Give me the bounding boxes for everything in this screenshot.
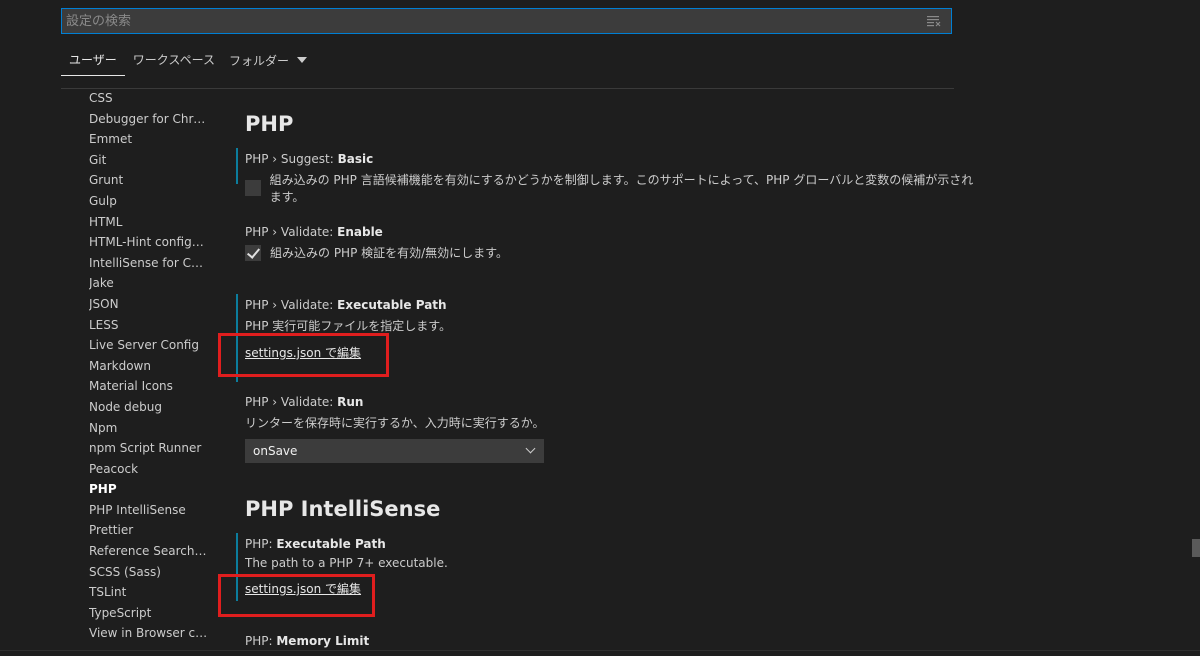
toc-item[interactable]: Npm [89,418,209,439]
tab-folder[interactable]: フォルダー [229,52,307,69]
setting-category: PHP: [245,634,277,648]
bottom-divider [0,650,1200,651]
setting-php-suggest-basic: PHP › Suggest: Basic 組み込みの PHP 言語候補機能を有効… [236,148,985,205]
setting-description: 組み込みの PHP 検証を有効/無効にします。 [270,246,508,260]
validate-run-select[interactable]: onSave [245,439,544,463]
setting-title: PHP: Executable Path [245,537,985,551]
toc-item[interactable]: Prettier [89,520,209,541]
section-title-php-intellisense: PHP IntelliSense [245,497,441,521]
toc-item[interactable]: Reference Search V... [89,541,209,562]
toc-item[interactable]: View in Browser co... [89,623,209,644]
toc-item[interactable]: Git [89,150,209,171]
settings-scope-tabs: ユーザー ワークスペース フォルダー [61,44,307,76]
setting-title: PHP › Validate: Executable Path [245,298,985,312]
toc-item[interactable]: HTML [89,212,209,233]
tab-user[interactable]: ユーザー [61,44,125,76]
validate-enable-checkbox[interactable] [245,244,261,261]
section-title-php: PHP [245,112,294,136]
caret-down-icon[interactable] [296,57,307,63]
toc-item[interactable]: Markdown [89,356,209,377]
setting-name: Run [337,395,364,409]
settings-search-input[interactable] [66,9,916,33]
toc-item[interactable]: SCSS (Sass) [89,562,209,583]
setting-name: Enable [337,225,383,239]
toc-item[interactable]: TSLint [89,582,209,603]
toc-item[interactable]: JSON [89,294,209,315]
select-value: onSave [253,444,298,458]
highlight-annotation [218,574,375,617]
setting-name: Executable Path [337,298,447,312]
settings-editor: ユーザー ワークスペース フォルダー CSSDebugger for Chro.… [0,0,1200,656]
setting-description: The path to a PHP 7+ executable. [245,556,448,570]
toc-item[interactable]: Gulp [89,191,209,212]
setting-php-validate-run: PHP › Validate: Run リンターを保存時に実行するか、入力時に実… [245,395,985,463]
highlight-annotation [218,333,389,377]
clear-filter-icon[interactable] [927,15,941,27]
setting-category: PHP › Validate: [245,298,338,312]
toc-item[interactable]: npm Script Runner [89,438,209,459]
toc-item[interactable]: Material Icons [89,376,209,397]
setting-name: Executable Path [276,537,386,551]
toc-item[interactable]: IntelliSense for CSS... [89,253,209,274]
setting-php-validate-enable: PHP › Validate: Enable 組み込みの PHP 検証を有効/無… [245,225,985,261]
toc-item[interactable]: PHP [89,479,209,500]
setting-category: PHP: [245,537,277,551]
toc-item[interactable]: Grunt [89,170,209,191]
toc-item[interactable]: Jake [89,273,209,294]
setting-category: PHP › Suggest: [245,152,338,166]
setting-title: PHP › Suggest: Basic [245,152,985,166]
suggest-basic-checkbox[interactable] [245,180,261,196]
setting-description: PHP 実行可能ファイルを指定します。 [245,319,452,333]
chevron-down-icon [525,443,536,454]
setting-title: PHP › Validate: Run [245,395,985,409]
checkbox-row: 組み込みの PHP 検証を有効/無効にします。 [245,244,985,261]
setting-category: PHP › Validate: [245,395,338,409]
toc-item[interactable]: HTML-Hint configu... [89,232,209,253]
toc-item[interactable]: Node debug [89,397,209,418]
toc-item[interactable]: Debugger for Chro... [89,109,209,130]
toc-item[interactable]: TypeScript [89,603,209,624]
setting-description: 組み込みの PHP 言語候補機能を有効にするかどうかを制御します。このサポートに… [269,173,974,204]
check-icon [246,244,261,259]
settings-toc: CSS Debugger for Chro... Emmet Git Grunt Gulp… [89,88,209,644]
toc-item[interactable]: PHP IntelliSense [89,500,209,521]
scrollbar-thumb[interactable] [1192,539,1200,557]
setting-description: リンターを保存時に実行するか、入力時に実行するか。 [245,416,545,430]
setting-name: Memory Limit [276,634,370,648]
tab-workspace[interactable]: ワークスペース [133,44,215,76]
checkbox-row: 組み込みの PHP 言語候補機能を有効にするかどうかを制御します。このサポートに… [245,171,985,205]
setting-title: PHP › Validate: Enable [245,225,985,239]
setting-php-memory-limit: PHP: Memory Limit [245,634,985,648]
tab-folder-label: フォルダー [228,53,289,68]
setting-name: Basic [337,152,374,166]
toc-item[interactable]: Live Server Config [89,335,209,356]
toc-item[interactable]: Peacock [89,459,209,480]
toc-item[interactable]: LESS [89,315,209,336]
settings-search-box[interactable] [61,8,952,34]
setting-title: PHP: Memory Limit [245,634,985,648]
toc-item[interactable]: CSS [89,88,209,109]
toc-item[interactable]: Emmet [89,129,209,150]
setting-category: PHP › Validate: [245,225,338,239]
